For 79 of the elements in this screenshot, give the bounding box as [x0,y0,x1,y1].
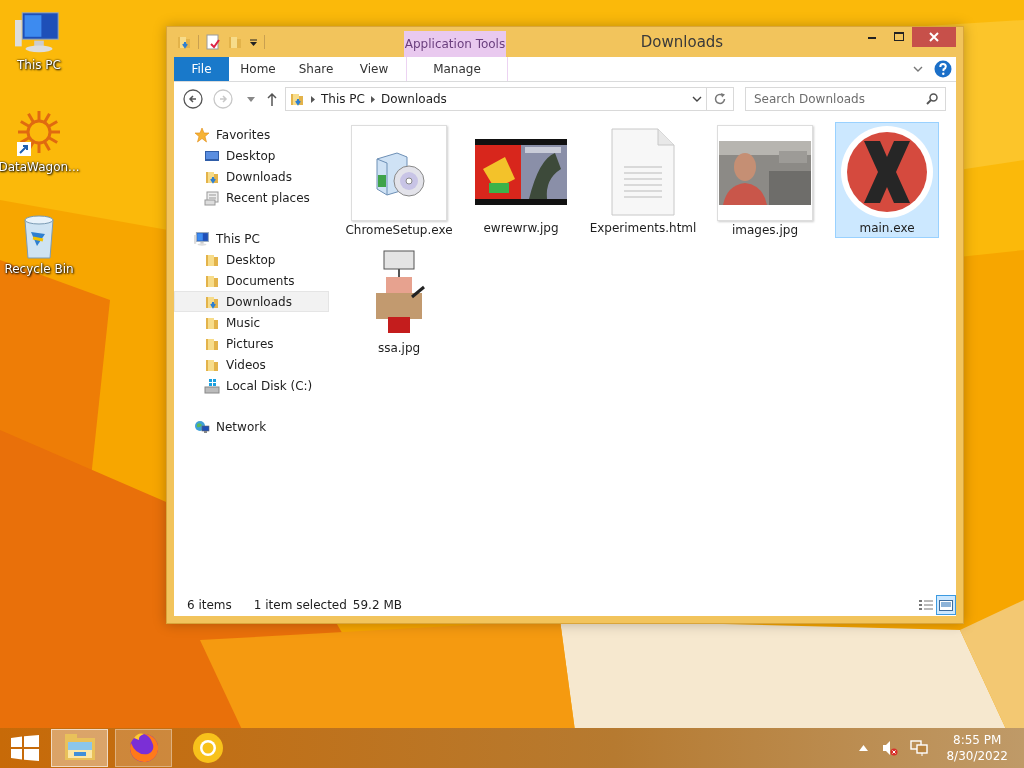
ribbon-tab[interactable]: Home [229,57,287,81]
taskbar-app-button[interactable] [51,729,108,767]
view-button[interactable] [936,595,956,615]
close-button[interactable] [912,27,956,47]
breadcrumb[interactable]: Downloads [380,90,447,108]
network-button[interactable] [910,740,929,756]
caret-icon [311,95,315,103]
maximize-icon [893,32,904,42]
document-check-icon [205,34,221,50]
nav-item[interactable]: Local Disk (C:) [174,375,329,396]
file-item[interactable]: ewrewrw.jpg [469,122,573,238]
windows-logo-icon [11,735,39,761]
file-item[interactable]: Experiments.html [591,122,695,238]
drive-icon [204,377,220,394]
dropdown-icon [692,95,702,103]
search-field[interactable]: Search Downloads [745,87,946,111]
properties-button[interactable] [205,34,221,50]
file-item[interactable]: ChromeSetup.exe [347,122,451,238]
start-button[interactable] [11,735,39,761]
star-icon [194,126,210,143]
caret-icon [370,95,375,103]
network-icon [910,740,929,756]
recent-places-icon [204,189,220,206]
network-icon [194,418,210,435]
recent-locations-button[interactable] [247,96,255,102]
help-icon [934,60,952,78]
volume-button[interactable] [882,740,899,756]
ribbon-tab[interactable]: File [174,57,229,81]
nav-item[interactable]: Desktop [174,145,329,166]
sun-emblem-icon [15,110,63,158]
file-item[interactable]: ssa.jpg [347,242,451,358]
close-icon [929,32,939,42]
selection-info: 1 item selected [253,597,347,614]
address-bar[interactable]: This PC Downloads [285,87,707,111]
up-button[interactable] [267,92,277,106]
nav-item[interactable]: Pictures [174,333,329,354]
nav-item[interactable]: Downloads [174,291,329,312]
downloads-folder-icon [289,91,305,107]
clock-time: 8:55 PM [953,732,1002,748]
ribbon-tab[interactable]: View [345,57,403,81]
clock-date: 8/30/2022 [946,748,1008,764]
search-icon [926,93,938,105]
computer-icon [194,230,210,247]
muted-speaker-icon [882,740,899,756]
nav-item[interactable]: Recent places [174,187,329,208]
caret-icon [247,96,255,102]
nav-item[interactable]: Favorites [174,124,329,145]
nav-item[interactable]: Music [174,312,329,333]
refresh-icon [713,92,727,106]
nav-item[interactable]: Network [174,416,329,437]
ribbon-tab[interactable]: Share [287,57,345,81]
refresh-button[interactable] [707,87,734,111]
show-hidden-icons-button[interactable] [859,745,869,751]
nav-item[interactable]: Documents [174,270,329,291]
item-count: 6 items [187,597,232,614]
downloads-folder-icon [176,34,192,50]
folder-icon [227,34,243,50]
ribbon-group-label: Application Tools [404,31,506,57]
ribbon-tab[interactable]: Manage [406,57,508,81]
file-item[interactable]: images.jpg [713,122,817,238]
nav-item[interactable]: This PC [174,228,329,249]
large-icons-view-icon [938,598,954,612]
window-title: Downloads [640,31,724,53]
breadcrumb[interactable]: This PC [321,90,365,108]
document-icon [608,127,678,217]
customize-button[interactable] [249,37,258,47]
up-arrow-icon [267,92,277,106]
nav-item[interactable]: Desktop [174,249,329,270]
selection-size: 59.2 MB [352,597,402,614]
nav-item[interactable]: Videos [174,354,329,375]
back-button[interactable] [183,89,203,109]
caret-icon [249,37,258,47]
details-view-icon [918,598,934,612]
caret-icon [859,745,869,751]
error-icon [840,125,934,219]
downloads-folder-button[interactable] [176,34,192,50]
file-item[interactable]: main.exe [835,122,939,238]
taskbar-app-button[interactable] [115,729,172,767]
nav-item[interactable]: Downloads [174,166,329,187]
